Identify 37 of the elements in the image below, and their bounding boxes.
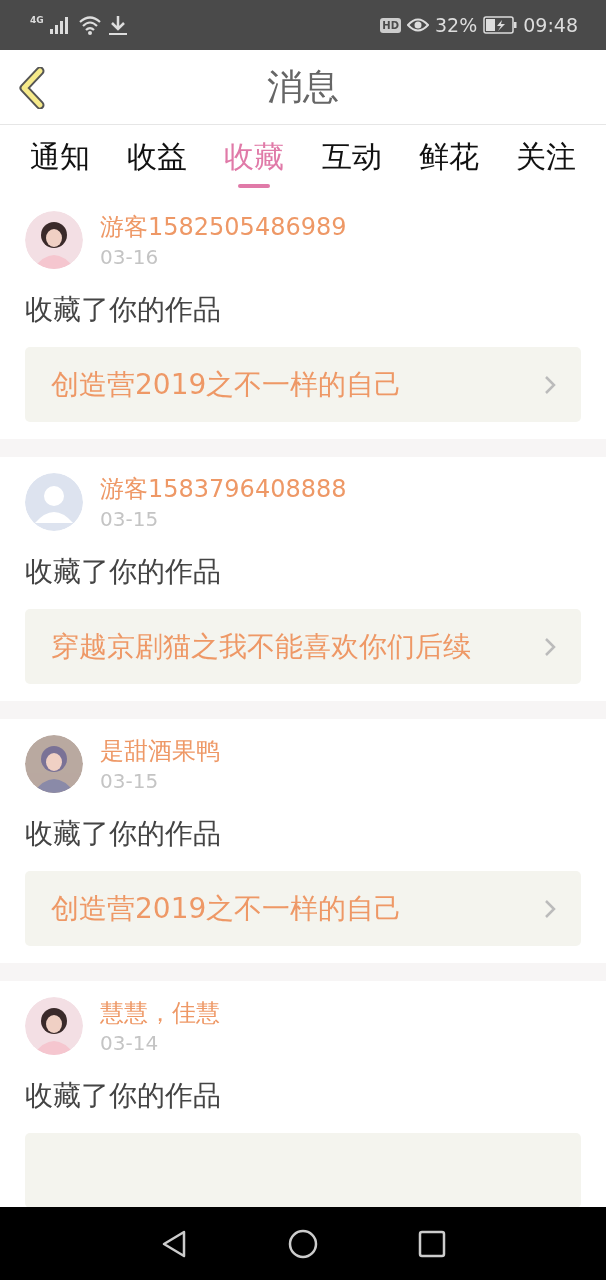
work-link[interactable]: 创造营2019之不一样的自己	[25, 871, 581, 946]
page-title: 消息	[267, 64, 339, 109]
user-name[interactable]: 游客1583796408888	[100, 473, 347, 505]
tab[interactable]: 互动	[315, 125, 388, 195]
message-date: 03-16	[100, 245, 160, 269]
work-link[interactable]: 创造营2019之不一样的自己	[25, 347, 581, 422]
default-avatar-icon	[25, 473, 83, 531]
tab[interactable]: 收藏	[218, 125, 291, 195]
network-type: 4G	[30, 15, 44, 25]
user-name[interactable]: 慧慧，佳慧	[100, 997, 220, 1029]
clock: 09:48	[523, 14, 578, 36]
work-link[interactable]: 穿越京剧猫之我不能喜欢你们后续	[25, 609, 581, 684]
tab[interactable]: 鲜花	[412, 125, 485, 195]
user-name[interactable]: 是甜酒果鸭	[100, 735, 220, 767]
wifi-icon	[77, 15, 102, 35]
hd-badge: HD	[380, 17, 401, 33]
home-nav-icon[interactable]	[288, 1228, 318, 1259]
user-name[interactable]: 游客1582505486989	[100, 211, 347, 243]
tab[interactable]: 关注	[509, 125, 582, 195]
download-icon	[107, 14, 128, 36]
tab[interactable]: 收益	[121, 125, 194, 195]
message-date: 03-15	[100, 769, 160, 793]
chevron-right-icon	[543, 897, 557, 920]
chevron-right-icon	[543, 635, 557, 658]
chevron-right-icon	[543, 373, 557, 396]
battery-icon	[483, 16, 518, 34]
message-date: 03-14	[100, 1031, 160, 1055]
battery-percent: 32%	[435, 14, 478, 36]
tab[interactable]: 通知	[24, 125, 96, 195]
action-text: 收藏了你的作品	[25, 292, 222, 328]
back-nav-icon[interactable]	[160, 1228, 188, 1259]
action-text: 收藏了你的作品	[25, 554, 222, 590]
action-text: 收藏了你的作品	[25, 816, 222, 852]
message-date: 03-15	[100, 507, 160, 531]
recents-nav-icon[interactable]	[418, 1229, 446, 1258]
action-text: 收藏了你的作品	[25, 1078, 222, 1114]
eye-icon	[407, 17, 429, 33]
